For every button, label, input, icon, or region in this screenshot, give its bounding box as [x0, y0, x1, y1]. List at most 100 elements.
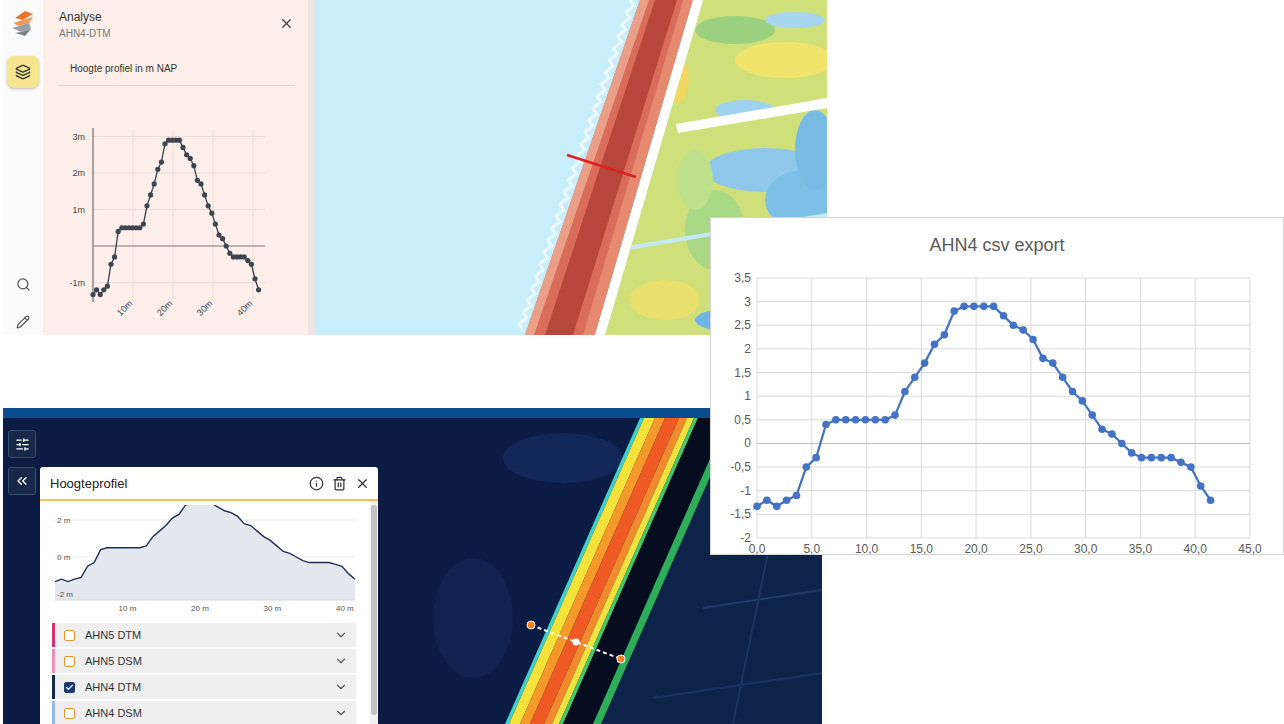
- y-tick-label: -1: [740, 484, 751, 498]
- profile-start-handle[interactable]: [527, 621, 535, 629]
- series-marker: [970, 303, 978, 311]
- x-tick-label: 20 m: [191, 604, 209, 613]
- x-tick-label: 10m: [115, 298, 134, 317]
- panel-title: Hoogteprofiel: [50, 476, 301, 491]
- search-button[interactable]: [13, 274, 33, 294]
- series-marker: [1059, 373, 1067, 381]
- close-icon: [355, 476, 370, 491]
- y-tick-label: -1,5: [730, 507, 751, 521]
- profile-point: [213, 222, 218, 227]
- y-tick-label: -1m: [70, 278, 86, 288]
- analysis-app: AnalyseAHN4-DTMHoogte profiel in m NAP3m…: [3, 0, 827, 335]
- profile-line[interactable]: [531, 625, 621, 659]
- series-marker: [921, 359, 929, 367]
- layer-checkbox[interactable]: [64, 708, 75, 719]
- series-marker: [1010, 321, 1018, 329]
- profile-point: [112, 254, 117, 259]
- draw-button[interactable]: [13, 312, 33, 332]
- sliders-icon: [15, 437, 30, 452]
- layer-checkbox[interactable]: [64, 656, 75, 667]
- chevron-down-icon[interactable]: [334, 628, 348, 642]
- series-marker: [862, 416, 870, 424]
- profile-point: [206, 203, 211, 208]
- layer-row[interactable]: AHN4 DTM: [52, 675, 356, 699]
- dike: [525, 0, 693, 335]
- layer-list: AHN5 DTM AHN5 DSM AHN4 DTM AHN4 DSM: [52, 623, 356, 724]
- layer-row[interactable]: AHN5 DSM: [52, 649, 356, 673]
- x-tick-label: 40,0: [1184, 542, 1208, 556]
- series-marker: [881, 416, 889, 424]
- series-marker: [1029, 336, 1037, 344]
- profile-point: [144, 203, 149, 208]
- y-tick-label: -2 m: [57, 590, 73, 599]
- profile-point: [177, 138, 182, 143]
- series-marker: [1069, 388, 1077, 396]
- series-marker: [1167, 454, 1175, 462]
- y-tick-label: 2,5: [734, 318, 751, 332]
- profile-line[interactable]: [567, 155, 636, 177]
- delete-button[interactable]: [332, 476, 347, 491]
- analysis-panel: AnalyseAHN4-DTMHoogte profiel in m NAP3m…: [43, 0, 308, 335]
- chevron-down-icon[interactable]: [334, 654, 348, 668]
- y-tick-label: 0: [744, 436, 751, 450]
- series-marker: [1000, 312, 1008, 320]
- x-tick-label: 35,0: [1129, 542, 1153, 556]
- x-tick-label: 45,0: [1238, 542, 1262, 556]
- profile-point: [252, 276, 257, 281]
- profile-point: [155, 167, 160, 172]
- series-marker: [950, 307, 958, 315]
- bottom-map[interactable]: Hoogteprofiel2 m0 m-2 m10 m20 m30 m40 mA…: [3, 418, 822, 724]
- profile-mid-handle[interactable]: [573, 639, 580, 646]
- settings-button[interactable]: [8, 430, 36, 458]
- profile-point: [108, 262, 113, 267]
- chevron-down-icon[interactable]: [334, 680, 348, 694]
- profile-point: [98, 292, 103, 297]
- y-tick-label: 1,5: [734, 366, 751, 380]
- y-tick-label: 2: [744, 342, 751, 356]
- series-marker: [1049, 359, 1057, 367]
- layer-checkbox[interactable]: [64, 682, 75, 693]
- profile-panel: Hoogteprofiel2 m0 m-2 m10 m20 m30 m40 mA…: [40, 467, 378, 724]
- series-marker: [852, 416, 860, 424]
- series-marker: [901, 388, 909, 396]
- layer-label: AHN4 DSM: [85, 707, 324, 719]
- x-tick-label: 30,0: [1074, 542, 1098, 556]
- panel-header: AnalyseAHN4-DTM: [43, 0, 308, 40]
- series-marker: [1187, 463, 1195, 471]
- close-button[interactable]: [355, 476, 370, 491]
- layer-row[interactable]: AHN5 DTM: [52, 623, 356, 647]
- pencil-icon: [16, 315, 30, 329]
- chevrons-left-icon: [14, 473, 30, 489]
- layers-icon: [15, 64, 31, 80]
- series-marker: [911, 373, 919, 381]
- series-marker: [1108, 430, 1116, 438]
- profile-point: [90, 292, 95, 297]
- close-button[interactable]: [279, 16, 294, 31]
- layer-row[interactable]: AHN4 DSM: [52, 701, 356, 724]
- height-profile-chart: 3m2m1m-1m10m20m30m40m: [43, 106, 308, 328]
- panel-scrollbar[interactable]: [308, 0, 315, 335]
- layer-checkbox[interactable]: [64, 630, 75, 641]
- scroll-thumb[interactable]: [371, 505, 377, 715]
- profile-point: [148, 192, 153, 197]
- chevron-down-icon[interactable]: [334, 706, 348, 720]
- panel-scrollbar[interactable]: [370, 501, 378, 724]
- close-icon: [279, 16, 294, 31]
- series-marker: [1088, 411, 1096, 419]
- series-marker: [1177, 459, 1185, 467]
- series-marker: [990, 303, 998, 311]
- info-button[interactable]: [309, 476, 324, 491]
- series-marker: [1019, 326, 1027, 334]
- series-line: [757, 306, 1211, 506]
- collapse-button[interactable]: [8, 467, 36, 495]
- profile-end-handle[interactable]: [617, 655, 625, 663]
- x-tick-label: 10 m: [119, 604, 137, 613]
- layer-label: AHN5 DSM: [85, 655, 324, 667]
- panel-title: Analyse: [59, 10, 111, 25]
- series-marker: [1118, 440, 1126, 448]
- profile-point: [202, 192, 207, 197]
- y-tick-label: 3m: [72, 132, 85, 142]
- x-tick-label: 40m: [235, 298, 254, 317]
- layers-button[interactable]: [7, 56, 39, 88]
- y-tick-label: 3,5: [734, 271, 751, 285]
